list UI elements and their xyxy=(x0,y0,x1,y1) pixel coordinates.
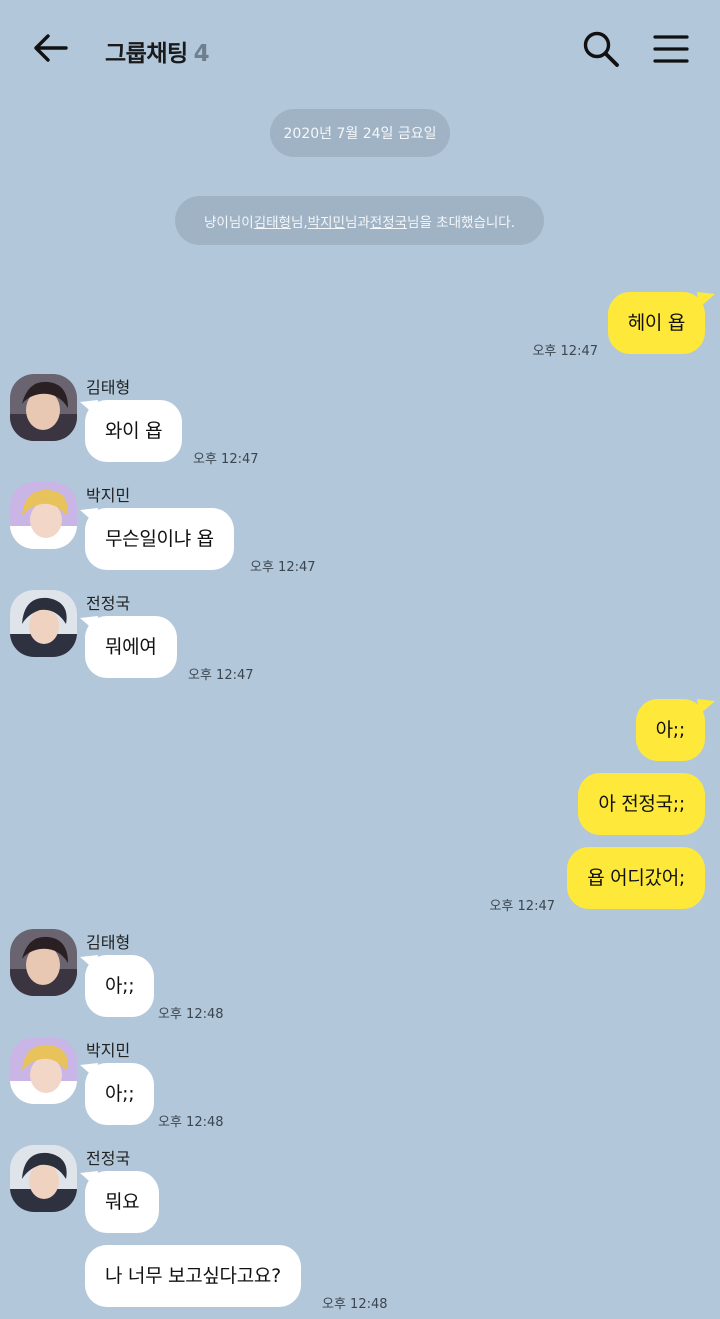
invitee-link[interactable]: 김태형 xyxy=(254,211,291,231)
message-time: 오후 12:47 xyxy=(250,560,316,575)
invitee-link[interactable]: 박지민 xyxy=(308,211,345,231)
friend-message-bubble[interactable]: 와이 욥 xyxy=(85,400,183,462)
friend-message-bubble[interactable]: 아;; xyxy=(85,1063,155,1125)
my-message-bubble[interactable]: 헤이 욥 xyxy=(607,292,705,354)
avatar[interactable] xyxy=(10,590,77,657)
invite-notice: 냥이님이 김태형 님, 박지민 님과 전정국 님을 초대했습니다. xyxy=(175,196,544,245)
avatar[interactable] xyxy=(10,482,77,549)
chat-title-label: 그룹채팅 xyxy=(105,41,188,67)
message-time: 오후 12:48 xyxy=(158,1115,224,1130)
message-time: 오후 12:47 xyxy=(532,344,598,359)
back-arrow-icon[interactable] xyxy=(32,32,68,64)
avatar[interactable] xyxy=(10,929,77,996)
sender-name: 전정국 xyxy=(86,1149,131,1168)
my-message-bubble[interactable]: 아 전정국;; xyxy=(578,773,705,835)
sender-name: 박지민 xyxy=(86,1041,131,1060)
friend-message-bubble[interactable]: 나 너무 보고싶다고요? xyxy=(85,1245,301,1307)
sender-name: 김태형 xyxy=(86,933,131,952)
invitee-link[interactable]: 전정국 xyxy=(370,211,407,231)
friend-message-bubble[interactable]: 뭐요 xyxy=(85,1171,160,1233)
friend-message-bubble[interactable]: 아;; xyxy=(85,955,155,1017)
menu-icon[interactable] xyxy=(653,34,689,64)
avatar[interactable] xyxy=(10,374,77,441)
invite-text: 냥이님이 xyxy=(204,214,254,231)
bubble-tail xyxy=(697,699,715,715)
invite-text: 님과 xyxy=(344,214,370,231)
friend-message-bubble[interactable]: 뭐에여 xyxy=(85,616,177,678)
invite-text: 님, xyxy=(290,214,308,231)
message-time: 오후 12:47 xyxy=(193,452,259,467)
bubble-tail xyxy=(697,292,715,308)
message-time: 오후 12:48 xyxy=(158,1007,224,1022)
sender-name: 전정국 xyxy=(86,594,131,613)
avatar[interactable] xyxy=(10,1145,77,1212)
sender-name: 박지민 xyxy=(86,486,131,505)
message-time: 오후 12:47 xyxy=(489,899,555,914)
sender-name: 김태형 xyxy=(86,378,131,397)
avatar[interactable] xyxy=(10,1037,77,1104)
my-message-bubble[interactable]: 아;; xyxy=(635,699,705,761)
chat-title: 그룹채팅 4 xyxy=(105,34,210,68)
my-message-bubble[interactable]: 욥 어디갔어; xyxy=(567,847,705,909)
search-icon[interactable] xyxy=(582,30,620,68)
friend-message-bubble[interactable]: 무슨일이냐 욥 xyxy=(85,508,234,570)
member-count: 4 xyxy=(193,41,210,67)
date-divider: 2020년 7월 24일 금요일 xyxy=(270,109,450,157)
invite-text: 님을 초대했습니다. xyxy=(407,214,515,231)
message-time: 오후 12:48 xyxy=(322,1297,388,1312)
message-time: 오후 12:47 xyxy=(188,668,254,683)
